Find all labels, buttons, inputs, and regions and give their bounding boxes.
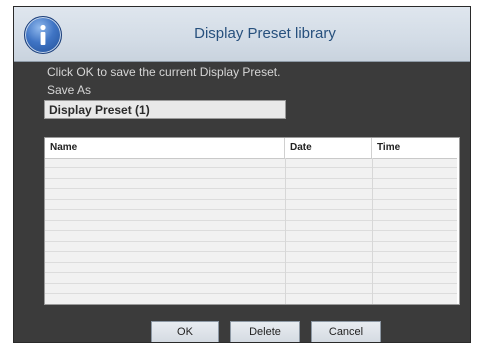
column-header-name[interactable]: Name bbox=[45, 138, 285, 158]
empty-table-row bbox=[45, 242, 459, 252]
empty-table-row bbox=[45, 232, 459, 242]
empty-table-row bbox=[45, 179, 459, 189]
empty-table-row bbox=[45, 274, 459, 284]
empty-table-row bbox=[45, 158, 459, 168]
column-header-date[interactable]: Date bbox=[285, 138, 372, 158]
display-preset-dialog: Display Preset library Click OK to save … bbox=[13, 6, 471, 343]
column-divider bbox=[285, 158, 286, 304]
save-as-label: Save As bbox=[47, 83, 92, 97]
save-as-input[interactable] bbox=[44, 100, 286, 119]
delete-button[interactable]: Delete bbox=[230, 321, 300, 342]
column-divider bbox=[372, 158, 373, 304]
empty-table-row bbox=[45, 200, 459, 210]
empty-table-row bbox=[45, 253, 459, 263]
dialog-title: Display Preset library bbox=[194, 25, 336, 42]
instruction-text: Click OK to save the current Display Pre… bbox=[47, 65, 281, 79]
empty-table-row bbox=[45, 263, 459, 273]
empty-table-row bbox=[45, 190, 459, 200]
ok-button[interactable]: OK bbox=[151, 321, 219, 342]
empty-table-row bbox=[45, 169, 459, 179]
table-header: Name Date Time bbox=[45, 138, 459, 159]
table-edge bbox=[457, 138, 459, 304]
preset-table[interactable]: Name Date Time bbox=[44, 137, 460, 305]
cancel-button[interactable]: Cancel bbox=[311, 321, 381, 342]
empty-table-row bbox=[45, 211, 459, 221]
empty-table-row bbox=[45, 221, 459, 231]
empty-table-row bbox=[45, 295, 459, 304]
title-bar: Display Preset library bbox=[14, 7, 470, 62]
column-header-time[interactable]: Time bbox=[372, 138, 459, 158]
empty-table-row bbox=[45, 284, 459, 294]
